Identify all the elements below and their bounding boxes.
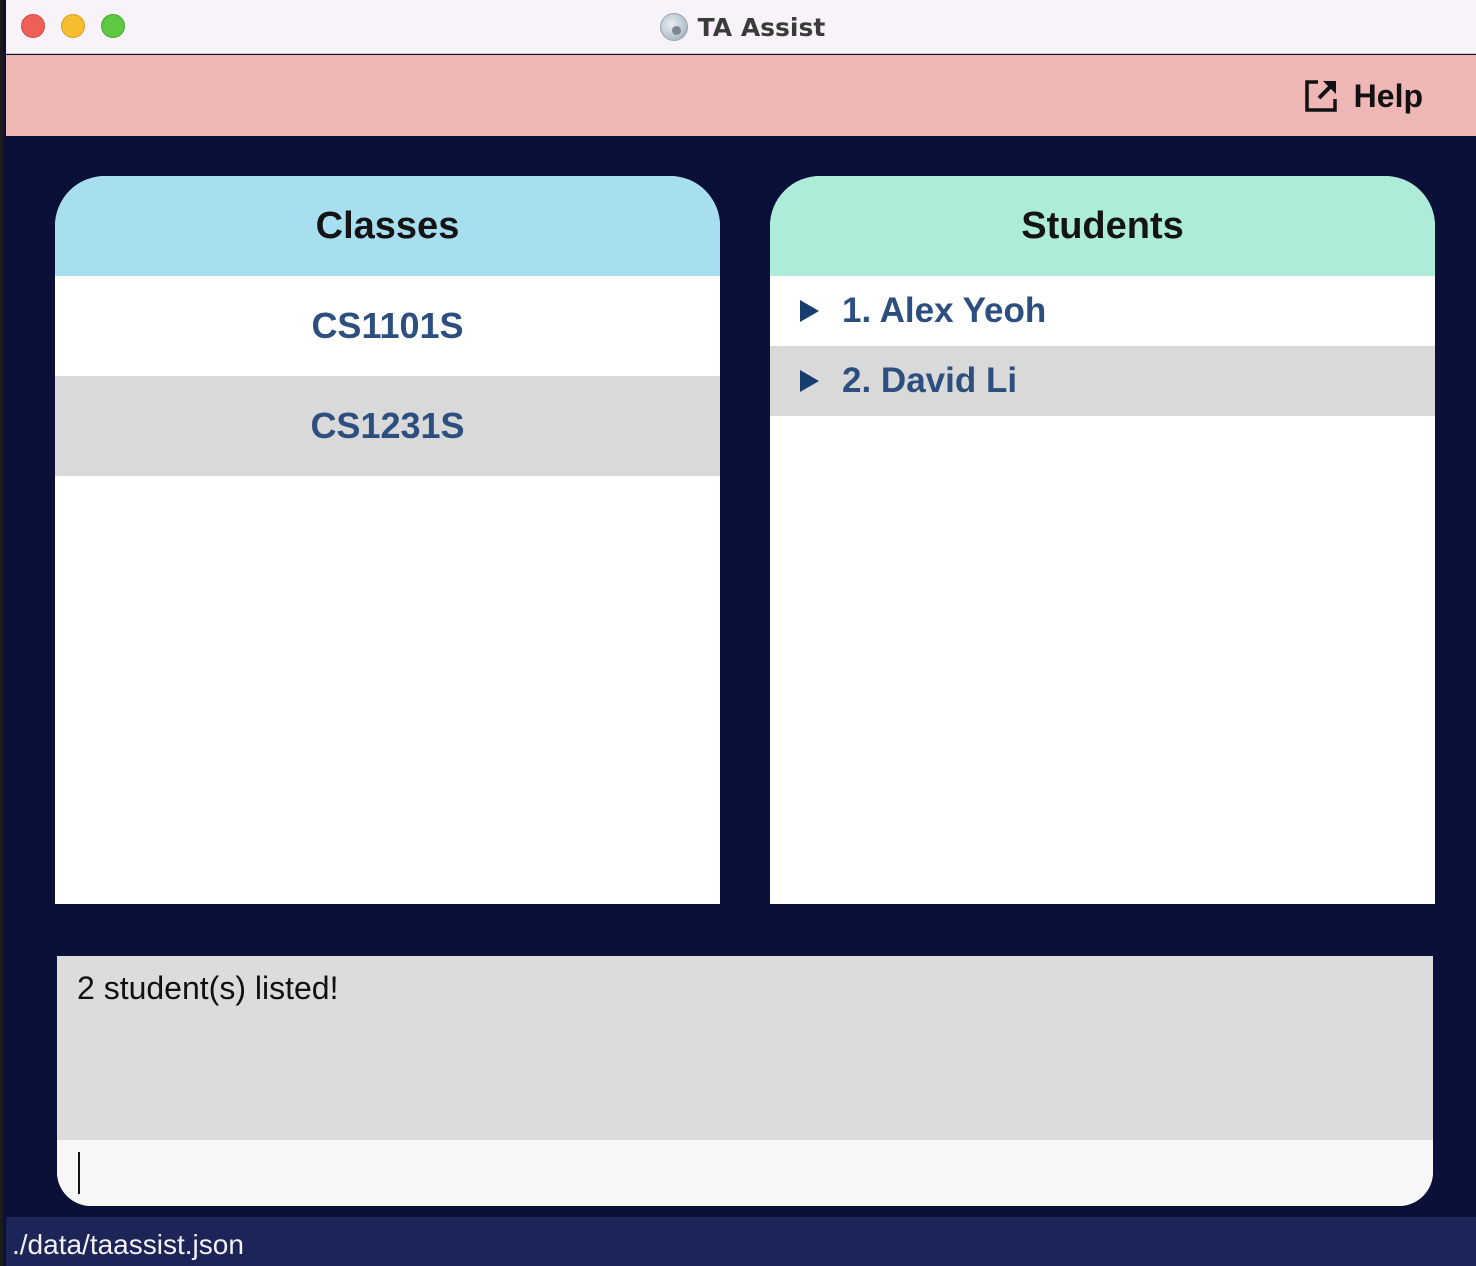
classes-panel: Classes CS1101S CS1231S — [55, 176, 720, 904]
expand-arrow-icon[interactable] — [800, 370, 819, 392]
command-input[interactable] — [57, 1140, 1433, 1206]
students-header: Students — [770, 176, 1435, 276]
window-title: TA Assist — [697, 12, 826, 42]
title-group: TA Assist — [6, 0, 1476, 54]
result-display: 2 student(s) listed! — [57, 956, 1433, 1206]
student-item[interactable]: 1. Alex Yeoh — [770, 276, 1435, 346]
students-panel: Students 1. Alex Yeoh 2. David Li — [770, 176, 1435, 904]
data-file-path: ./data/taassist.json — [12, 1229, 244, 1260]
help-label: Help — [1353, 77, 1423, 114]
student-name: 2. David Li — [842, 361, 1018, 400]
app-icon — [659, 13, 688, 41]
class-item[interactable]: CS1101S — [55, 276, 720, 376]
external-link-icon — [1304, 80, 1337, 112]
classes-header: Classes — [55, 176, 720, 276]
student-item[interactable]: 2. David Li — [770, 346, 1435, 416]
help-button[interactable]: Help — [1302, 75, 1423, 117]
result-message: 2 student(s) listed! — [77, 970, 339, 1006]
app-window: TA Assist Help Classes CS1101S CS1231S S… — [0, 0, 1476, 1266]
class-item[interactable]: CS1231S — [55, 376, 720, 476]
status-bar: ./data/taassist.json — [6, 1217, 1476, 1266]
text-cursor — [78, 1152, 80, 1194]
expand-arrow-icon[interactable] — [800, 300, 819, 322]
menu-bar: Help — [6, 55, 1476, 136]
title-bar: TA Assist — [6, 0, 1476, 54]
student-name: 1. Alex Yeoh — [842, 291, 1047, 330]
